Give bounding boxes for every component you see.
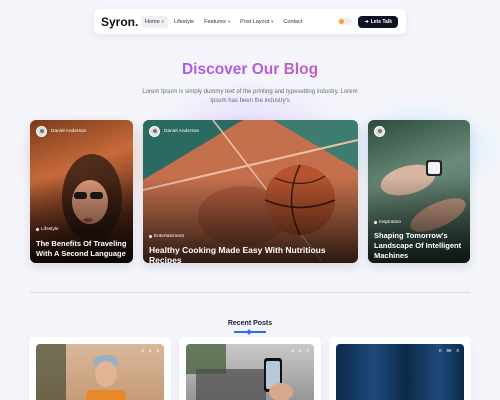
page-subtitle: Lorem Ipsum is simply dummy text of the … [142,89,358,104]
category-tag[interactable]: Entertainment [149,234,184,239]
dot-icon [374,221,377,224]
nav-item-home[interactable]: Home ▾ [141,15,168,28]
nav-item-label: Home [145,18,160,25]
site-logo[interactable]: Syron. [101,15,141,29]
featured-card[interactable]: Inspiration Shaping Tomorrow's Landscape… [368,120,470,263]
heading-underline [234,331,266,333]
likes-count: 0 [148,348,152,353]
post-stats: 0 96 0 [439,348,459,353]
post-image: 0 96 0 [336,344,464,400]
views-count: 0 [438,348,442,353]
main-nav: Home ▾ Lifestyle Features ▾ Post Layout … [141,15,338,28]
card-title[interactable]: Shaping Tomorrow's Landscape Of Intellig… [374,231,464,261]
avatar [374,126,385,137]
site-header: Syron. Home ▾ Lifestyle Features ▾ Post … [94,9,406,34]
nav-item-post-layout[interactable]: Post Layout ▾ [236,16,277,28]
likes-count: 96 [446,348,452,353]
views-count: 0 [141,348,144,353]
chevron-down-icon: ▾ [227,18,231,24]
chevron-down-icon: ▾ [161,18,164,24]
author-name: Daniel Anderson [164,129,200,134]
comments-count: 0 [156,348,159,353]
card-title[interactable]: Healthy Cooking Made Easy With Nutritiou… [149,245,352,263]
card-author[interactable]: Daniel Anderson [149,126,199,137]
likes-count: 0 [298,348,302,353]
post-stats: 0 0 0 [291,348,309,353]
recent-post-card[interactable]: 0 0 0 [29,337,171,400]
post-image: 0 0 0 [36,344,164,400]
category-label: Lifestyle [41,227,59,232]
nav-item-label: Features [204,18,226,25]
views-count: 0 [291,348,294,353]
author-name: Daniel Anderson [51,129,87,134]
nav-item-label: Post Layout [240,18,270,25]
category-tag[interactable]: Inspiration [374,220,401,225]
theme-toggle[interactable] [338,18,353,25]
comments-count: 0 [456,348,459,353]
card-title[interactable]: The Benefits Of Traveling With A Second … [36,239,127,259]
recent-post-card[interactable]: 0 96 0 [329,337,471,400]
comments-count: 0 [306,348,309,353]
lets-talk-button[interactable]: ➜ Lets Talk [358,15,398,28]
page-title: Discover Our Blog [0,61,500,79]
recent-post-card[interactable]: 0 0 0 [179,337,321,400]
category-label: Entertainment [154,234,184,239]
chevron-down-icon: ▾ [271,18,274,24]
avatar [149,126,160,137]
nav-item-label: Contact [283,18,303,25]
nav-item-lifestyle[interactable]: Lifestyle [170,16,198,28]
category-tag[interactable]: Lifestyle [36,227,59,232]
card-author[interactable] [374,126,385,137]
nav-item-contact[interactable]: Contact [279,16,306,28]
nav-item-features[interactable]: Features ▾ [200,16,234,28]
category-label: Inspiration [379,220,402,225]
arrow-icon: ➜ [364,18,369,25]
featured-card[interactable]: Daniel Anderson Entertainment Healthy Co… [143,120,358,263]
featured-card[interactable]: Daniel Anderson Lifestyle The Benefits O… [30,120,133,263]
post-image: 0 0 0 [186,344,314,400]
post-stats: 0 0 0 [141,348,159,353]
avatar [36,126,47,137]
card-author[interactable]: Daniel Anderson [36,126,86,137]
dot-icon [36,228,39,231]
dot-icon [149,235,152,238]
recent-posts-heading: Recent Posts [227,320,273,327]
lets-talk-label: Lets Talk [370,18,392,25]
section-divider [30,292,470,293]
nav-item-label: Lifestyle [173,18,195,25]
